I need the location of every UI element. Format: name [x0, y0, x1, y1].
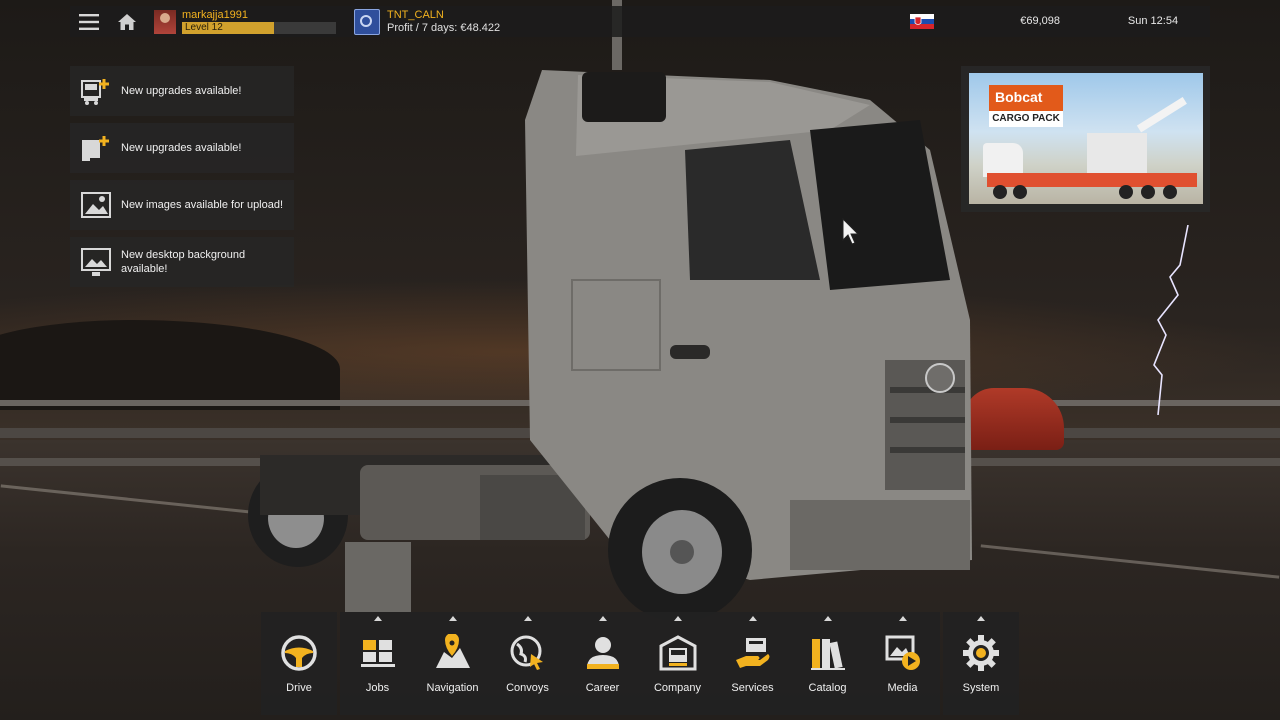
caret-up-icon — [748, 616, 757, 621]
dlc-advertisement-image: Bobcat CARGO PACK — [969, 73, 1203, 204]
ad-excavator-arm — [1136, 96, 1187, 133]
dock-label: Catalog — [808, 682, 847, 694]
cargo-boxes-icon — [360, 640, 395, 667]
dock-label: Career — [585, 682, 620, 694]
garage-truck-icon — [659, 635, 696, 671]
hamburger-icon — [79, 13, 99, 30]
catalog-books-icon — [810, 639, 845, 670]
dock-item-drive[interactable]: Drive — [261, 612, 337, 715]
caret-up-icon — [673, 616, 682, 621]
dock-item-jobs[interactable]: Jobs — [340, 612, 415, 715]
desktop-background-icon — [81, 248, 111, 276]
dock-item-career[interactable]: Career — [565, 612, 640, 715]
caret-up-icon — [898, 616, 907, 621]
ad-wheel — [1163, 185, 1177, 199]
dock-label: System — [962, 682, 1000, 694]
dock-label: Drive — [286, 682, 312, 694]
notification-text: New images available for upload! — [121, 199, 284, 211]
company-name: TNT_CALN — [387, 8, 444, 21]
notification-trailer-upgrades[interactable]: New upgrades available! — [70, 123, 294, 173]
dock-system-panel: System — [943, 612, 1019, 715]
caret-up-icon — [373, 616, 382, 621]
dock-item-media[interactable]: Media — [865, 612, 940, 715]
notification-desktop-background[interactable]: New desktop background available! — [70, 237, 294, 287]
globe-cursor-icon — [510, 635, 543, 670]
dock-item-company[interactable]: Company — [640, 612, 715, 715]
caret-up-icon — [598, 616, 607, 621]
dock-item-system[interactable]: System — [943, 612, 1019, 715]
dock-label: Convoys — [506, 682, 549, 694]
company-profit: Profit / 7 days: €48.422 — [387, 21, 501, 34]
service-hand-icon — [735, 638, 769, 668]
dock-main-panel: Jobs Navigation Convoys Career Company S… — [340, 612, 940, 715]
ad-excavator — [1087, 133, 1147, 173]
media-play-icon — [885, 635, 920, 670]
dlc-brand: Bobcat — [995, 89, 1043, 105]
lightning-bolt — [1153, 225, 1189, 415]
notification-text: New upgrades available! — [121, 142, 242, 154]
ad-wheel — [1141, 185, 1155, 199]
game-clock: Sun 12:54 — [1127, 15, 1179, 27]
caret-up-icon — [523, 616, 532, 621]
notification-truck-upgrades[interactable]: New upgrades available! — [70, 66, 294, 116]
company-logo-icon — [354, 8, 380, 35]
dock-item-navigation[interactable]: Navigation — [415, 612, 490, 715]
money-balance: €69,098 — [1020, 15, 1060, 27]
home-icon — [118, 13, 136, 30]
country-flag-icon[interactable] — [910, 14, 934, 29]
trailer-upgrade-icon — [82, 136, 109, 161]
dlc-logo: Bobcat CARGO PACK — [989, 85, 1063, 127]
dock-label: Media — [887, 682, 918, 694]
dock-drive-panel: Drive — [261, 612, 337, 715]
top-bar: markajja1991 Level 12 TNT_CALN Profit / … — [70, 6, 1210, 37]
dock-label: Services — [731, 682, 774, 694]
ad-truck-cab — [983, 143, 1023, 177]
hamburger-menu-button[interactable] — [70, 6, 108, 37]
caret-up-icon — [823, 616, 832, 621]
dock-label: Jobs — [365, 682, 390, 694]
dock-label: Navigation — [426, 682, 479, 694]
notification-text: New upgrades available! — [121, 85, 242, 97]
ad-wheel — [1119, 185, 1133, 199]
person-icon — [586, 637, 619, 669]
caret-up-icon — [448, 616, 457, 621]
avatar — [154, 9, 176, 34]
ad-wheel — [993, 185, 1007, 199]
image-icon — [81, 192, 111, 218]
home-button[interactable] — [108, 6, 146, 37]
notification-text: New desktop background available! — [121, 249, 246, 275]
level-progress-bar: Level 12 — [182, 22, 336, 34]
truck-upgrade-icon — [81, 79, 109, 105]
company-info[interactable]: TNT_CALN Profit / 7 days: €48.422 — [354, 8, 501, 35]
dock-item-convoys[interactable]: Convoys — [490, 612, 565, 715]
ad-wheel — [1013, 185, 1027, 199]
dock-item-catalog[interactable]: Catalog — [790, 612, 865, 715]
level-label: Level 12 — [185, 22, 223, 33]
dlc-title: CARGO PACK — [989, 111, 1063, 127]
gear-icon — [963, 635, 999, 671]
truck-tractor — [248, 70, 972, 620]
caret-up-icon — [977, 616, 985, 621]
mouse-cursor-icon — [842, 218, 860, 245]
notification-new-images[interactable]: New images available for upload! — [70, 180, 294, 230]
dlc-advertisement[interactable]: Bobcat CARGO PACK — [961, 66, 1210, 212]
map-pin-icon — [435, 634, 470, 668]
dock-item-services[interactable]: Services — [715, 612, 790, 715]
dock-label: Company — [653, 682, 702, 694]
player-name: markajja1991 — [182, 9, 249, 21]
player-profile[interactable]: markajja1991 Level 12 — [154, 9, 336, 34]
steering-wheel-icon — [281, 635, 317, 671]
